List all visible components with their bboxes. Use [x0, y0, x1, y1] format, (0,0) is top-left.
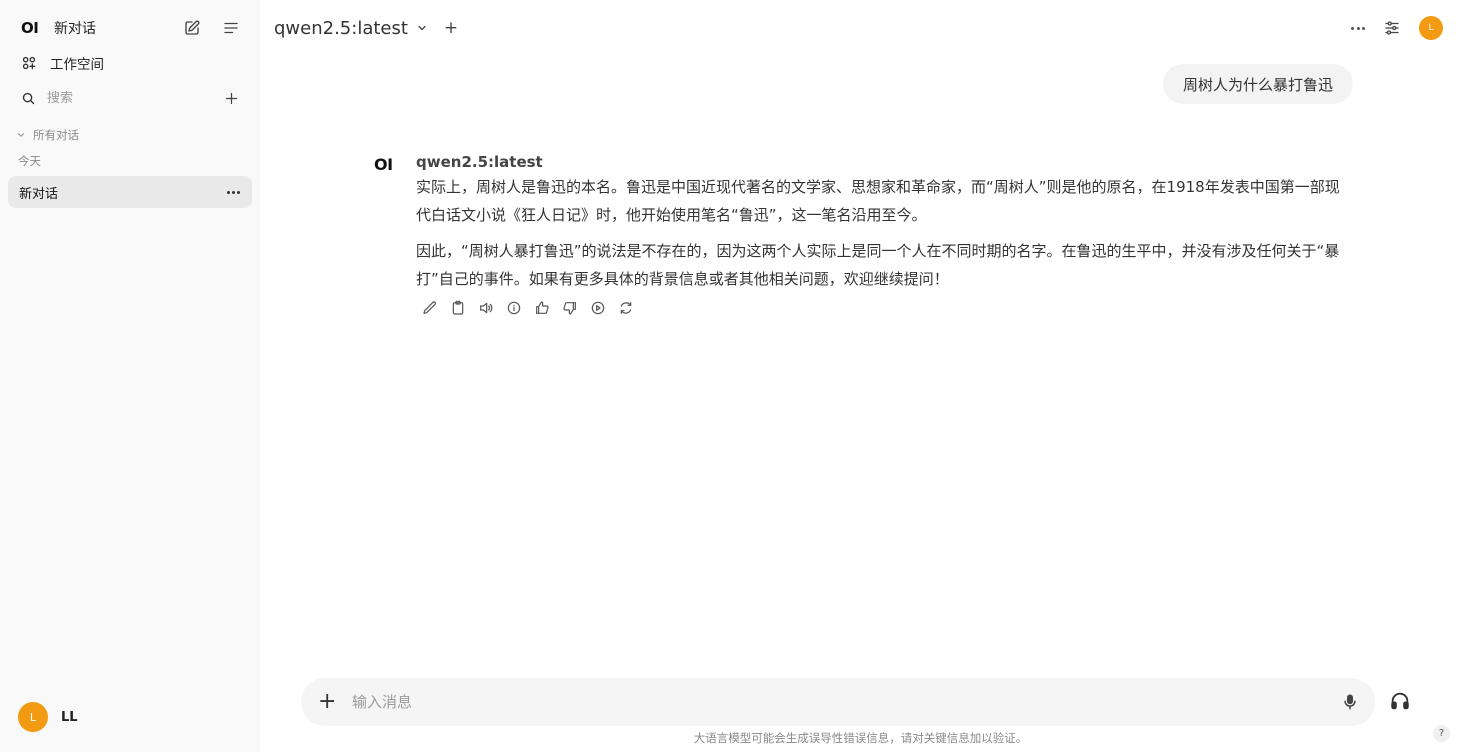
chat-title: 新对话 — [19, 186, 59, 202]
top-bar: qwen2.5:latest + L — [274, 14, 1443, 42]
read-aloud-icon[interactable] — [476, 298, 496, 318]
add-model-icon[interactable]: + — [444, 19, 458, 37]
info-icon[interactable] — [504, 298, 524, 318]
sidebar: OI 新对话 工作空间 搜索 所有对话 今天 新对话 L LL — [0, 0, 260, 752]
chat-main: qwen2.5:latest + L 周树人为什么暴打鲁迅 OI qwen2.5… — [260, 0, 1461, 752]
copy-icon[interactable] — [448, 298, 468, 318]
sidebar-item-workspace[interactable]: 工作空间 — [0, 50, 260, 76]
more-options-icon[interactable] — [227, 190, 240, 194]
regenerate-icon[interactable] — [616, 298, 636, 318]
more-menu-icon[interactable] — [1351, 26, 1365, 30]
app-logo[interactable]: OI — [21, 19, 43, 37]
new-chat-icon[interactable] — [181, 17, 203, 39]
avatar: L — [18, 702, 48, 732]
assistant-body: qwen2.5:latest 实际上，周树人是鲁迅的本名。鲁迅是中国近现代著名的… — [416, 152, 1352, 318]
message-composer: + — [301, 678, 1375, 726]
controls-sliders-icon[interactable] — [1383, 19, 1401, 37]
new-chat-link[interactable]: 新对话 — [54, 18, 181, 38]
assistant-paragraph: 因此，“周树人暴打鲁迅”的说法是不存在的，因为这两个人实际上是同一个人在不同时期… — [416, 242, 1340, 288]
disclaimer-text: 大语言模型可能会生成误导性错误信息，请对关键信息加以验证。 — [693, 731, 1028, 745]
voice-mode-headphones-icon[interactable] — [1389, 690, 1411, 712]
sidebar-header: OI 新对话 — [0, 14, 260, 42]
user-name: LL — [61, 709, 78, 725]
user-menu[interactable]: L LL — [18, 702, 78, 732]
workspace-label: 工作空间 — [50, 57, 104, 73]
attach-plus-icon[interactable]: + — [318, 691, 336, 713]
sidebar-search — [0, 85, 260, 111]
all-chats-section-toggle[interactable]: 所有对话 — [0, 126, 260, 144]
thumbs-down-icon[interactable] — [560, 298, 580, 318]
message-input[interactable] — [352, 693, 1341, 711]
assistant-paragraph: 实际上，周树人是鲁迅的本名。鲁迅是中国近现代著名的文学家、思想家和革命家，而“周… — [416, 178, 1340, 224]
avatar[interactable]: L — [1419, 16, 1443, 40]
continue-response-icon[interactable] — [588, 298, 608, 318]
date-group-label: 今天 — [18, 154, 41, 168]
menu-toggle-icon[interactable] — [220, 17, 242, 39]
model-selector[interactable]: qwen2.5:latest — [274, 18, 408, 39]
workspace-icon — [21, 55, 37, 71]
chevron-down-icon — [16, 130, 26, 140]
assistant-model-name: qwen2.5:latest — [416, 153, 543, 171]
microphone-icon[interactable] — [1341, 693, 1359, 711]
top-actions: L — [1351, 16, 1443, 40]
thumbs-up-icon[interactable] — [532, 298, 552, 318]
chevron-down-icon[interactable] — [416, 22, 428, 34]
assistant-avatar: OI — [374, 155, 393, 174]
search-icon — [21, 91, 36, 106]
all-chats-label: 所有对话 — [33, 128, 79, 142]
user-message: 周树人为什么暴打鲁迅 — [1162, 64, 1353, 104]
edit-icon[interactable] — [420, 298, 440, 318]
add-folder-icon[interactable] — [220, 87, 242, 109]
help-icon[interactable]: ? — [1433, 725, 1450, 742]
search-input[interactable] — [47, 90, 220, 106]
app-root: OI 新对话 工作空间 搜索 所有对话 今天 新对话 L LL qwen2.5:… — [0, 0, 1461, 752]
chat-list-item[interactable]: 新对话 — [8, 176, 252, 208]
message-actions — [420, 298, 1352, 318]
